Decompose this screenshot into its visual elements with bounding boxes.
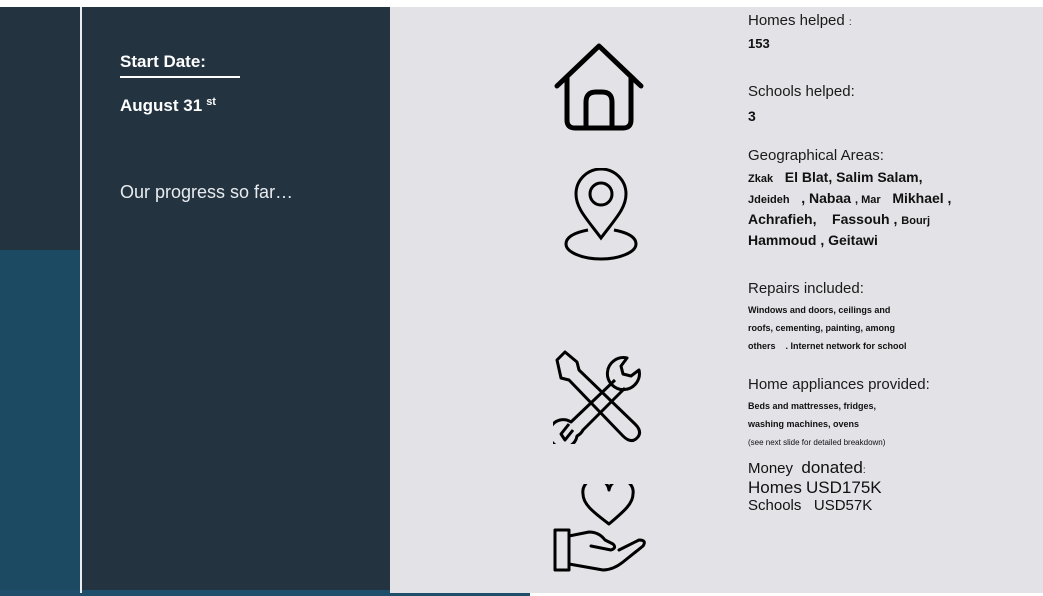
start-date-text: August 31 xyxy=(120,96,203,115)
homes-helped-text: Homes helped xyxy=(748,12,845,29)
schools-helped-value: 3 xyxy=(748,108,756,124)
tools-icon xyxy=(553,350,647,444)
homes-helped-value: 153 xyxy=(748,36,770,51)
money-homes-value: USD175K xyxy=(806,478,882,497)
appliances-details: Beds and mattresses, fridges, washing ma… xyxy=(748,397,988,452)
money-colon: : xyxy=(862,465,866,476)
homes-helped-colon: : xyxy=(848,17,852,28)
homes-helped-label: Homes helped : xyxy=(748,12,852,29)
appliances-note: (see next slide for detailed breakdown) xyxy=(748,438,886,447)
teal-accent xyxy=(0,250,80,596)
money-schools-label: Schools xyxy=(748,497,802,514)
location-pin-icon xyxy=(564,168,638,262)
money-homes-label: Homes xyxy=(748,478,802,497)
money-schools-value: USD57K xyxy=(813,497,873,514)
start-date-value: August 31st xyxy=(120,96,216,116)
schools-helped-label: Schools helped: xyxy=(748,83,855,100)
heart-hand-icon xyxy=(553,484,647,574)
areas-label: Geographical Areas: xyxy=(748,147,884,164)
start-date-label: Start Date: xyxy=(120,52,240,78)
area-hammoud-geitawi: Hammoud , Geitawi xyxy=(748,232,878,248)
repairs-label: Repairs included: xyxy=(748,280,864,297)
area-mar: , Mar xyxy=(854,194,881,206)
repairs-line-2: roofs, cementing, painting, among xyxy=(748,323,896,333)
area-nabaa: , Nabaa xyxy=(801,190,852,206)
slide: Start Date: August 31st Our progress so … xyxy=(0,0,1043,596)
area-fassouh: Fassouh , xyxy=(832,211,898,227)
area-jdeideh: Jdeideh xyxy=(748,194,790,206)
money-donated-word: donated xyxy=(801,458,863,477)
area-el-blat: El Blat, Salim Salam, xyxy=(784,169,923,185)
appliances-label: Home appliances provided: xyxy=(748,376,930,393)
house-icon xyxy=(553,42,645,132)
area-achrafieh: Achrafieh, xyxy=(748,211,817,227)
money-donated: Money donated: Homes USD175K Schools USD… xyxy=(748,459,882,514)
repairs-line-4: . Internet network for school xyxy=(785,341,907,351)
area-bourj: Bourj xyxy=(901,215,931,227)
money-label: Money xyxy=(748,460,794,477)
repairs-details: Windows and doors, ceilings and roofs, c… xyxy=(748,301,988,355)
area-zkak: Zkak xyxy=(748,173,774,185)
vertical-divider xyxy=(80,7,82,593)
repairs-line-1: Windows and doors, ceilings and xyxy=(748,305,891,315)
progress-heading: Our progress so far… xyxy=(120,182,294,202)
areas-list: Zkak El Blat, Salim Salam, Jdeideh , Nab… xyxy=(748,168,1018,250)
right-panel xyxy=(390,7,1043,593)
start-date-suffix: st xyxy=(206,96,216,108)
appliances-line-2: washing machines, ovens xyxy=(748,419,860,429)
appliances-line-1: Beds and mattresses, fridges, xyxy=(748,401,877,411)
repairs-line-3: others xyxy=(748,341,776,351)
area-mikhael: Mikhael , xyxy=(892,190,952,206)
